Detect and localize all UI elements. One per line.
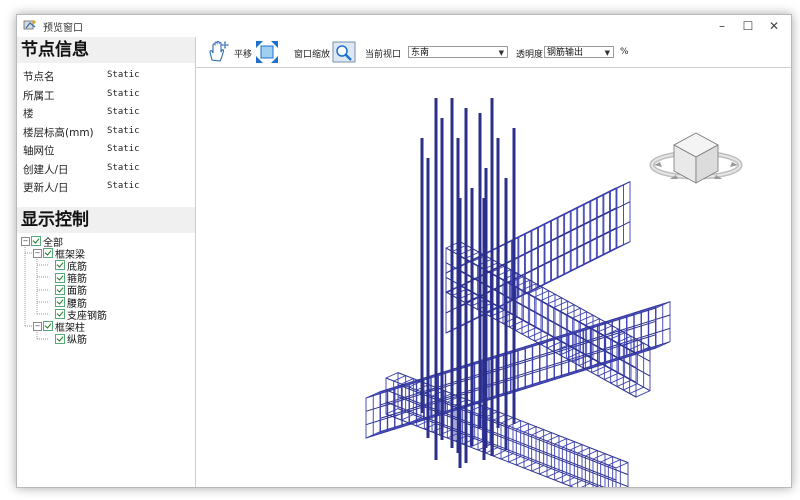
node-info-row: 所属工 Static — [17, 86, 195, 105]
view-cube-icon[interactable] — [649, 132, 743, 184]
node-info-row: 轴网位 Static — [17, 141, 195, 160]
tree-checkbox[interactable] — [31, 236, 41, 246]
node-info-label: 楼层标高(mm) — [23, 126, 94, 139]
rebar-3d-model[interactable] — [196, 68, 791, 488]
beam-stirrup — [609, 184, 624, 252]
app-icon — [23, 20, 36, 30]
tree-item-label: 纵筋 — [67, 335, 87, 347]
tree-checkbox[interactable] — [55, 309, 65, 320]
beam-stirrup — [615, 181, 631, 249]
node-info-value: Static — [107, 144, 140, 154]
tree-checkbox[interactable] — [55, 333, 65, 344]
tree-checkbox[interactable] — [55, 284, 65, 295]
beam-stirrup — [569, 203, 585, 272]
pan-label[interactable]: 平移 — [234, 47, 252, 60]
node-info-label: 轴网位 — [23, 145, 55, 157]
beam-stirrup — [550, 213, 566, 282]
maximize-button[interactable]: ☐ — [735, 16, 761, 36]
node-info-label: 楼 — [23, 108, 34, 120]
node-info-value: Static — [107, 181, 140, 191]
beam-stirrup — [537, 220, 552, 288]
chevron-down-icon: ▼ — [604, 49, 610, 57]
display-control-heading: 显示控制 — [17, 207, 195, 233]
beam-stirrup — [607, 458, 621, 487]
node-info-list: 节点名 Static 所属工 Static 楼 Static 楼层标高(mm) Static 轴… — [17, 67, 195, 197]
tree-checkbox[interactable] — [55, 297, 65, 307]
node-info-value: Static — [107, 107, 140, 117]
node-info-label: 所属工 — [23, 89, 55, 102]
tree-item[interactable]: 纵筋 — [55, 333, 87, 347]
tree-checkbox[interactable] — [43, 248, 53, 259]
tree-checkbox[interactable] — [55, 260, 65, 271]
node-info-value: Static — [107, 125, 140, 136]
toolbar: 平移 窗口缩放 当前视口 东南 ▼ 透明度 钢筋输出 ▼ % — [196, 37, 791, 67]
node-info-value: Static — [107, 162, 140, 173]
node-info-row: 节点名 Static — [17, 67, 195, 86]
beam-stirrup — [602, 187, 618, 256]
current-view-select[interactable]: 东南 ▼ — [408, 46, 508, 58]
left-panel: 节点信息 节点名 Static 所属工 Static 楼 Static 楼层标高(mm) St… — [17, 37, 195, 487]
preview-window: 预览窗口 – ☐ ✕ 节点信息 节点名 Static 所属工 Static 楼 Stati… — [16, 14, 792, 488]
transparency-label: 透明度 — [516, 50, 544, 60]
beam-stirrup — [576, 200, 592, 269]
3d-viewport[interactable] — [196, 67, 791, 488]
zoom-window-icon[interactable] — [332, 41, 356, 63]
collapse-icon[interactable]: − — [33, 248, 42, 258]
beam-stirrup — [563, 207, 579, 275]
current-view-label: 当前视口 — [365, 50, 402, 60]
zoom-window-label[interactable]: 窗口缩放 — [294, 47, 330, 60]
node-info-label: 创建人/日 — [23, 163, 69, 176]
fit-extent-icon[interactable] — [254, 39, 280, 65]
node-info-row: 楼层标高(mm) Static — [17, 123, 195, 142]
hand-pan-icon[interactable] — [206, 40, 230, 64]
current-view-value: 东南 — [411, 48, 430, 58]
node-info-label: 节点名 — [23, 71, 55, 83]
beam-stirrup — [543, 216, 559, 285]
collapse-icon[interactable]: − — [33, 321, 42, 331]
beam-stirrup — [582, 197, 598, 266]
node-info-value: Static — [107, 70, 140, 80]
percent-symbol: % — [620, 47, 629, 57]
beam-stirrup — [556, 210, 572, 279]
node-info-label: 更新人/日 — [23, 182, 69, 194]
window-title: 预览窗口 — [43, 23, 83, 34]
beam-stirrup — [592, 452, 606, 487]
tree-checkbox[interactable] — [43, 321, 53, 332]
collapse-icon[interactable]: − — [21, 236, 30, 246]
beam-stirrup — [600, 455, 614, 487]
transparency-value: 钢筋输出 — [547, 48, 584, 58]
close-button[interactable]: ✕ — [761, 16, 787, 36]
node-info-row: 更新人/日 Static — [17, 178, 195, 197]
tree-checkbox[interactable] — [55, 272, 65, 283]
minimize-button[interactable]: – — [709, 16, 735, 36]
node-info-value: Static — [107, 88, 140, 99]
beam-rebar-cages — [365, 181, 671, 487]
beam-stirrup — [589, 194, 605, 262]
transparency-select[interactable]: 钢筋输出 ▼ — [544, 46, 614, 58]
title-bar[interactable]: 预览窗口 – ☐ ✕ — [17, 15, 791, 37]
beam-stirrup — [530, 223, 546, 292]
node-info-row: 创建人/日 Static — [17, 160, 195, 179]
chevron-down-icon: ▼ — [498, 49, 504, 57]
node-info-row: 楼 Static — [17, 104, 195, 123]
beam-stirrup — [595, 190, 611, 259]
node-info-heading: 节点信息 — [17, 37, 195, 63]
